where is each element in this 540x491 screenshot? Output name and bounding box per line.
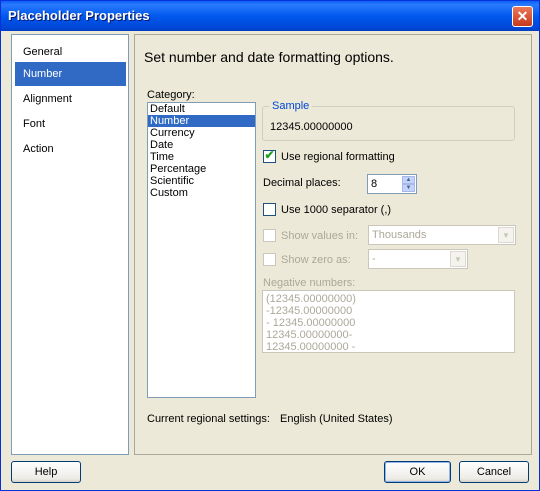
nav-item-label: Font: [23, 118, 46, 130]
list-item[interactable]: Default: [148, 103, 255, 115]
category-list[interactable]: Default Number Currency Date Time Percen…: [147, 102, 256, 398]
cancel-button[interactable]: Cancel: [459, 461, 529, 483]
help-button[interactable]: Help: [11, 461, 81, 483]
list-item[interactable]: 12345.00000000-: [266, 329, 514, 341]
chevron-down-icon[interactable]: ▼: [402, 184, 415, 192]
list-item[interactable]: Currency: [148, 127, 255, 139]
close-button[interactable]: ✕: [512, 6, 533, 27]
nav-item-alignment[interactable]: Alignment: [15, 87, 126, 111]
decimal-places-value[interactable]: 8: [371, 178, 377, 190]
dialog-window: Placeholder Properties ✕ General Number …: [0, 0, 540, 491]
list-item[interactable]: Number: [148, 115, 255, 127]
list-item[interactable]: Scientific: [148, 175, 255, 187]
decimal-places-stepper[interactable]: 8 ▲ ▼: [367, 174, 417, 194]
nav-pane: General Number Alignment Font Action: [11, 34, 129, 455]
number-pane: Set number and date formatting options. …: [134, 34, 532, 455]
use-1000-separator-checkbox[interactable]: [263, 203, 276, 216]
list-item[interactable]: Percentage: [148, 163, 255, 175]
dialog-body: General Number Alignment Font Action Set…: [4, 31, 536, 489]
list-item[interactable]: -12345.00000000: [266, 305, 514, 317]
title-bar[interactable]: Placeholder Properties ✕: [1, 1, 539, 31]
list-item[interactable]: (12345.00000000): [266, 293, 514, 305]
decimal-places-label: Decimal places:: [263, 177, 341, 189]
page-title: Set number and date formatting options.: [144, 49, 394, 65]
list-item[interactable]: 12345.00000000 -: [266, 341, 514, 353]
category-label: Category:: [147, 89, 195, 101]
regional-settings-label: Current regional settings:: [147, 413, 270, 425]
close-icon: ✕: [516, 8, 529, 24]
nav-item-general[interactable]: General: [15, 40, 126, 64]
show-values-in-label: Show values in:: [281, 230, 359, 242]
show-values-in-checkbox[interactable]: [263, 229, 276, 242]
list-item[interactable]: Time: [148, 151, 255, 163]
nav-item-label: Alignment: [23, 93, 72, 105]
use-1000-separator-label[interactable]: Use 1000 separator (,): [281, 204, 391, 216]
nav-item-font[interactable]: Font: [15, 112, 126, 136]
window-title: Placeholder Properties: [8, 8, 150, 23]
show-values-in-select[interactable]: Thousands ▼: [368, 225, 516, 245]
use-regional-label[interactable]: Use regional formatting: [281, 151, 395, 163]
nav-item-number[interactable]: Number: [15, 62, 126, 86]
show-values-in-value: Thousands: [372, 229, 427, 241]
chevron-down-icon[interactable]: ▼: [450, 251, 466, 267]
list-item[interactable]: - 12345.00000000: [266, 317, 514, 329]
ok-button[interactable]: OK: [384, 461, 451, 483]
chevron-down-icon[interactable]: ▼: [498, 227, 514, 243]
chevron-up-icon[interactable]: ▲: [402, 176, 415, 184]
sample-label: Sample: [269, 100, 313, 112]
sample-value: 12345.00000000: [270, 121, 353, 133]
nav-item-label: General: [23, 46, 63, 58]
negative-numbers-list[interactable]: (12345.00000000) -12345.00000000 - 12345…: [262, 290, 515, 353]
list-item[interactable]: Custom: [148, 187, 255, 199]
show-zero-as-label: Show zero as:: [281, 254, 351, 266]
nav-item-action[interactable]: Action: [15, 137, 126, 161]
show-zero-as-select[interactable]: - ▼: [368, 249, 468, 269]
use-regional-checkbox[interactable]: ✔: [263, 148, 276, 163]
checkmark-icon: ✔: [264, 148, 275, 162]
list-item[interactable]: Date: [148, 139, 255, 151]
nav-item-label: Action: [23, 143, 54, 155]
regional-settings-value: English (United States): [280, 413, 393, 425]
nav-item-label: Number: [23, 68, 63, 80]
show-zero-as-value: -: [372, 253, 376, 265]
show-zero-as-checkbox[interactable]: [263, 253, 276, 266]
negative-numbers-label: Negative numbers:: [263, 277, 356, 289]
